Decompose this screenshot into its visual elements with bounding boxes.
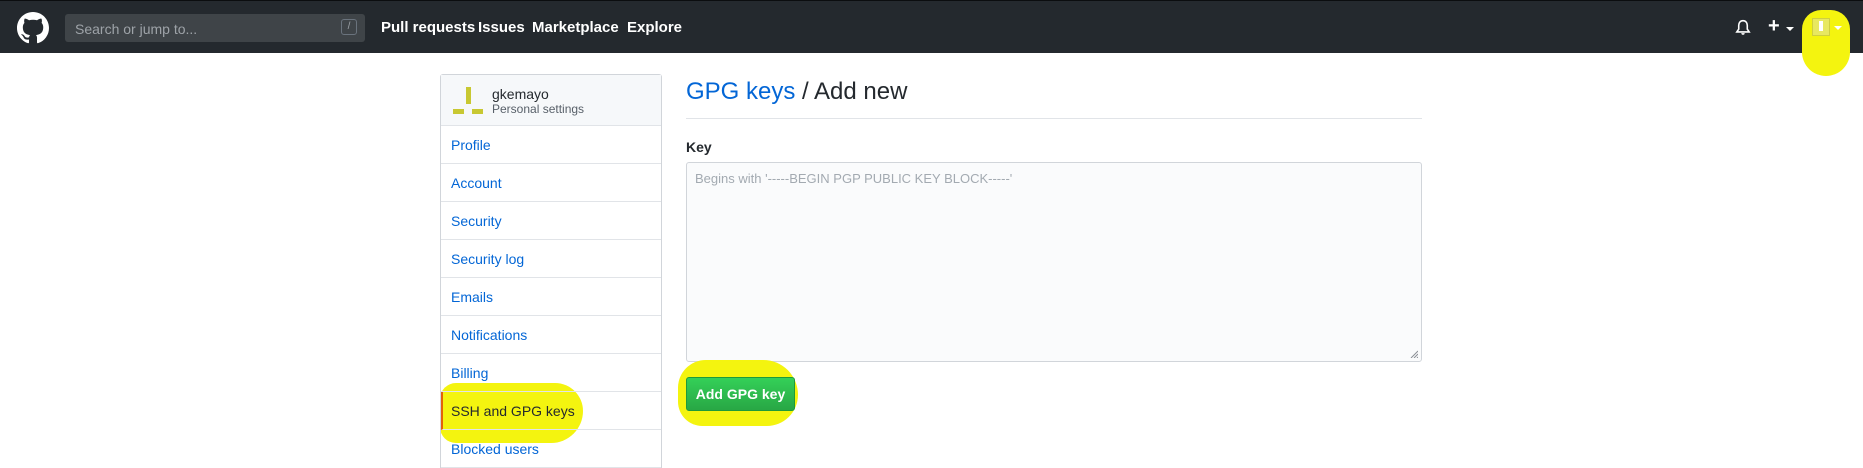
personal-settings-label: Personal settings: [492, 102, 585, 116]
settings-sidebar: gkemayo Personal settings Profile Accoun…: [440, 74, 662, 468]
username[interactable]: gkemayo: [492, 86, 549, 102]
top-header: / Pull requests Issues Marketplace Explo…: [0, 0, 1863, 53]
notifications-bell-icon[interactable]: [1734, 19, 1752, 37]
search-shortcut-hint: /: [341, 19, 357, 35]
title-divider: [686, 118, 1422, 119]
sidebar-item-billing[interactable]: Billing: [441, 354, 661, 392]
breadcrumb-gpg-keys-link[interactable]: GPG keys: [686, 78, 795, 105]
search-box[interactable]: /: [65, 14, 365, 44]
nav-pull-requests[interactable]: Pull requests: [381, 19, 475, 36]
plus-icon: +: [1768, 15, 1780, 37]
resize-grip-icon[interactable]: [1410, 350, 1418, 358]
search-input[interactable]: [73, 14, 327, 44]
avatar: [1812, 18, 1830, 36]
sidebar-item-security-log[interactable]: Security log: [441, 240, 661, 278]
sidebar-item-account[interactable]: Account: [441, 164, 661, 202]
sidebar-item-notifications[interactable]: Notifications: [441, 316, 661, 354]
user-avatar: [453, 87, 483, 117]
key-field-label: Key: [686, 139, 712, 155]
nav-issues[interactable]: Issues: [478, 19, 525, 36]
sidebar-user-header: gkemayo Personal settings: [441, 75, 661, 126]
sidebar-item-profile[interactable]: Profile: [441, 126, 661, 164]
add-gpg-key-button[interactable]: Add GPG key: [686, 377, 795, 411]
sidebar-item-emails[interactable]: Emails: [441, 278, 661, 316]
sidebar-item-ssh-gpg-keys[interactable]: SSH and GPG keys: [441, 392, 661, 430]
sidebar-item-blocked-users[interactable]: Blocked users: [441, 430, 661, 468]
chevron-down-icon: [1786, 27, 1794, 31]
page-title: GPG keys / Add new: [686, 78, 907, 106]
nav-explore[interactable]: Explore: [627, 19, 682, 36]
nav-marketplace[interactable]: Marketplace: [532, 19, 619, 36]
gpg-key-textarea[interactable]: [686, 162, 1422, 362]
github-logo-icon[interactable]: [17, 12, 49, 44]
chevron-down-icon: [1834, 26, 1842, 30]
breadcrumb-current: / Add new: [795, 78, 908, 105]
sidebar-item-security[interactable]: Security: [441, 202, 661, 240]
